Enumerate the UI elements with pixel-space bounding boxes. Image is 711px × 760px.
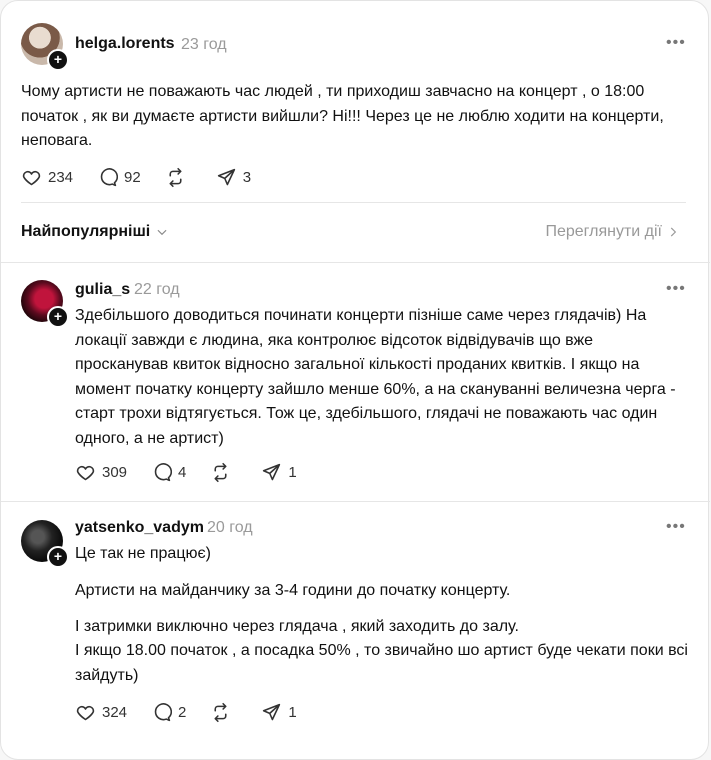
comment-count: 2 <box>178 704 187 721</box>
comment-button[interactable]: 2 <box>151 702 186 723</box>
heart-icon <box>76 705 95 721</box>
share-button[interactable]: 1 <box>261 462 297 483</box>
chevron-down-icon <box>157 229 167 236</box>
share-count: 1 <box>288 464 297 481</box>
follow-plus-icon[interactable]: + <box>47 546 69 568</box>
divider <box>1 501 710 502</box>
divider <box>1 262 710 263</box>
repost-icon <box>214 462 227 483</box>
post-actions: 234 92 3 <box>21 167 275 188</box>
username[interactable]: helga.lorents <box>75 35 175 53</box>
reply-line: І затримки виключно через глядача , який… <box>75 618 519 635</box>
comment-button[interactable]: 4 <box>151 462 186 483</box>
follow-plus-icon[interactable]: + <box>47 49 69 71</box>
avatar[interactable]: + <box>21 520 69 568</box>
reply-line: Це так не працює) <box>75 545 211 562</box>
like-count: 309 <box>102 464 128 481</box>
heart-icon <box>22 170 41 186</box>
post-text: Чому артисти не поважають час людей , ти… <box>21 83 664 149</box>
like-count: 324 <box>102 704 128 721</box>
timestamp[interactable]: 23 год <box>181 36 227 54</box>
repost-button[interactable] <box>210 462 237 483</box>
like-button[interactable]: 234 <box>21 167 73 188</box>
like-button[interactable]: 309 <box>75 462 127 483</box>
reply-line: І якщо 18.00 початок , а посадка 50% , т… <box>75 642 688 684</box>
reply-actions: 324 2 1 <box>75 702 321 723</box>
timestamp[interactable]: 20 год <box>207 519 253 537</box>
chevron-right-icon <box>670 227 677 237</box>
repost-button[interactable] <box>210 702 237 723</box>
view-activity-link[interactable]: Переглянути дії <box>545 223 680 241</box>
sort-dropdown[interactable]: Найпопулярніші <box>21 223 169 241</box>
share-count: 1 <box>288 704 297 721</box>
like-button[interactable]: 324 <box>75 702 127 723</box>
comment-button[interactable]: 92 <box>97 167 141 188</box>
username[interactable]: yatsenko_vadym <box>75 519 204 537</box>
comment-count: 92 <box>124 169 141 186</box>
comment-icon <box>154 463 173 482</box>
more-options-icon[interactable]: ••• <box>666 34 686 52</box>
send-icon <box>217 168 235 186</box>
repost-icon <box>214 702 227 723</box>
repost-icon <box>169 167 182 188</box>
avatar[interactable]: + <box>21 280 69 328</box>
comment-count: 4 <box>178 464 187 481</box>
timestamp[interactable]: 22 год <box>134 281 180 299</box>
thread-card: + helga.lorents 23 год ••• Чому артисти … <box>0 0 710 760</box>
share-button[interactable]: 1 <box>261 702 297 723</box>
share-count: 3 <box>242 169 252 186</box>
share-button[interactable]: 3 <box>216 167 251 188</box>
more-options-icon[interactable]: ••• <box>666 280 686 298</box>
reply-text: Здебільшого доводиться починати концерти… <box>75 307 676 447</box>
sort-label: Найпопулярніші <box>21 223 151 240</box>
reply-actions: 309 4 1 <box>75 462 321 483</box>
view-activity-label: Переглянути дії <box>545 223 662 240</box>
reply-line: Артисти на майданчику за 3-4 години до п… <box>75 582 511 599</box>
send-icon <box>263 703 281 721</box>
send-icon <box>263 463 281 481</box>
repost-button[interactable] <box>165 167 192 188</box>
comment-icon <box>154 703 173 722</box>
like-count: 234 <box>48 169 74 186</box>
username[interactable]: gulia_s <box>75 281 130 299</box>
avatar[interactable]: + <box>21 23 69 71</box>
heart-icon <box>76 465 95 481</box>
comment-icon <box>100 168 119 187</box>
follow-plus-icon[interactable]: + <box>47 306 69 328</box>
more-options-icon[interactable]: ••• <box>666 518 686 536</box>
divider <box>21 202 686 203</box>
